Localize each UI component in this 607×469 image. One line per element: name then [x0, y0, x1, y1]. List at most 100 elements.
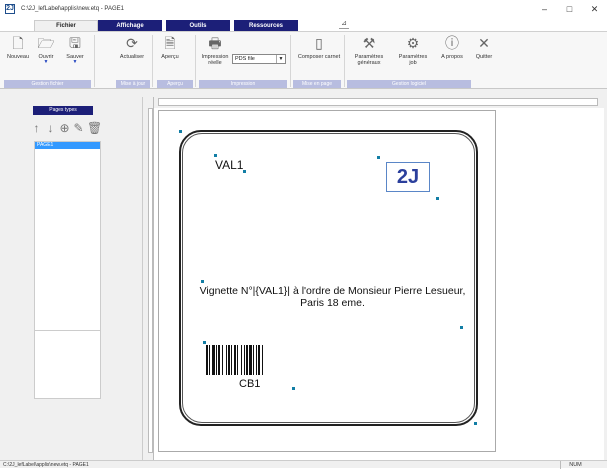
group-gestion-logiciel: Gestion logiciel [347, 80, 471, 88]
barcode-bar [231, 345, 232, 375]
barcode-bar [222, 345, 223, 375]
printer-select[interactable]: PDS file ▼ [232, 54, 286, 64]
app-icon: 2J [5, 4, 15, 14]
collapse-ribbon-icon[interactable]: ⊿ [339, 20, 349, 29]
printer-icon: 🖶 [208, 35, 222, 51]
actualiser-button[interactable]: ⟳ Actualiser [118, 35, 146, 60]
group-mise-en-page: Mise en page [293, 80, 341, 88]
page-list: PAGE1 [34, 141, 101, 336]
composer-label: Composer carnet [297, 54, 341, 60]
application-window: 2J C:\2J_lefLabel\applis\new.etq - PAGE1… [0, 0, 607, 469]
ouvrir-dropdown-icon[interactable]: ▼ [44, 60, 49, 65]
nouveau-button[interactable]: 🗋 Nouveau [6, 35, 30, 60]
pages-header: Pages types [33, 106, 93, 115]
tab-fichier[interactable]: Fichier [34, 20, 98, 31]
group-apercu: Aperçu [157, 80, 193, 88]
ribbon-divider [290, 35, 291, 87]
list-item[interactable]: PAGE1 [35, 142, 100, 149]
barcode-bar [206, 345, 208, 375]
selection-handle[interactable] [377, 156, 380, 159]
group-impression: Impression [199, 80, 287, 88]
status-bar: C:\2J_lefLabel\applis\new.etq - PAGE1 NU… [0, 460, 607, 469]
group-mise-a-jour: Mise à jour [116, 80, 150, 88]
barcode-bar [246, 345, 248, 375]
label-inner-border [182, 133, 475, 423]
barcode-bar [258, 345, 260, 375]
logo-image[interactable]: 2J [386, 162, 430, 192]
selection-handle[interactable] [474, 422, 477, 425]
page-thumbnail [34, 330, 101, 399]
parametres-job-button[interactable]: ⚙ Paramètres job [398, 35, 428, 66]
param-generaux-label: Paramètres généraux [354, 54, 384, 66]
actualiser-label: Actualiser [119, 54, 145, 60]
horizontal-ruler-track [158, 98, 598, 106]
apropos-button[interactable]: ⓘ A propos [438, 35, 466, 60]
ribbon-divider [152, 35, 153, 87]
barcode-bar [218, 345, 220, 375]
apropos-label: A propos [441, 54, 463, 60]
page-tools: ↑ ↓ ⊕ ✎ 🗑 [31, 122, 103, 134]
selection-handle[interactable] [460, 326, 463, 329]
tab-outils[interactable]: Outils [166, 20, 230, 31]
open-folder-icon: 🗁 [37, 35, 55, 51]
edit-page-icon[interactable]: ✎ [73, 122, 84, 134]
minimize-button[interactable]: – [532, 0, 557, 18]
barcode-bar [212, 345, 215, 375]
barcode-bar [216, 345, 217, 375]
refresh-icon: ⟳ [126, 35, 138, 51]
ribbon-tabs: Fichier Affichage Outils Ressources ⊿ [0, 18, 607, 31]
quitter-button[interactable]: ✕ Quitter [472, 35, 496, 60]
impression-button[interactable]: 🖶 Impression réelle [199, 35, 231, 66]
gear-icon: ⚙ [406, 35, 420, 51]
selection-handle[interactable] [214, 154, 217, 157]
barcode-bar [226, 345, 227, 375]
barcode-bar [253, 345, 254, 375]
booklet-icon: ▯ [315, 35, 323, 51]
barcode-bar [234, 345, 236, 375]
move-up-icon[interactable]: ↑ [31, 122, 42, 134]
apercu-label: Aperçu [161, 54, 179, 60]
ribbon-divider [344, 35, 345, 87]
nouveau-label: Nouveau [6, 54, 30, 60]
barcode-caption: CB1 [239, 378, 261, 390]
impression-label: Impression réelle [201, 54, 229, 66]
save-icon: 🖫 [69, 35, 81, 51]
window-title: C:\2J_lefLabel\applis\new.etq - PAGE1 [21, 6, 124, 12]
group-gestion-fichier: Gestion fichier [4, 80, 91, 88]
new-file-icon: 🗋 [12, 35, 24, 51]
sauver-button[interactable]: 🖫 Sauver ▼ [63, 35, 87, 65]
delete-page-icon[interactable]: 🗑 [87, 122, 102, 134]
printer-select-value: PDS file [235, 56, 255, 62]
val1-field[interactable]: VAL1 [215, 158, 243, 172]
ouvrir-button[interactable]: 🗁 Ouvrir ▼ [34, 35, 58, 65]
pages-panel: Pages types ↑ ↓ ⊕ ✎ 🗑 PAGE1 [0, 97, 143, 460]
sauver-dropdown-icon[interactable]: ▼ [73, 60, 78, 65]
add-page-icon[interactable]: ⊕ [59, 122, 70, 134]
maximize-button[interactable]: □ [557, 0, 582, 18]
ribbon: 🗋 Nouveau 🗁 Ouvrir ▼ 🖫 Sauver ▼ Gestion … [0, 31, 607, 89]
ribbon-divider [195, 35, 196, 87]
window-controls: – □ ✕ [532, 0, 607, 18]
barcode-bar [249, 345, 252, 375]
selection-handle[interactable] [243, 170, 246, 173]
apercu-button[interactable]: 🗎 Aperçu [159, 35, 181, 60]
close-button[interactable]: ✕ [582, 0, 607, 18]
parametres-generaux-button[interactable]: ⚒ Paramètres généraux [354, 35, 384, 66]
barcode-image[interactable] [205, 345, 298, 375]
selection-handle[interactable] [292, 387, 295, 390]
selection-handle[interactable] [436, 197, 439, 200]
tab-affichage[interactable]: Affichage [98, 20, 162, 31]
vertical-ruler-track [148, 108, 153, 453]
tab-ressources[interactable]: Ressources [234, 20, 298, 31]
preview-icon: 🗎 [164, 35, 176, 51]
selection-handle[interactable] [203, 341, 206, 344]
barcode-bar [244, 345, 245, 375]
selection-handle[interactable] [179, 130, 182, 133]
ribbon-divider [94, 35, 95, 87]
vignette-text[interactable]: Vignette N°|{VAL1}| à l'ordre de Monsieu… [195, 285, 470, 309]
selection-handle[interactable] [201, 280, 204, 283]
quitter-label: Quitter [475, 54, 493, 60]
composer-carnet-button[interactable]: ▯ Composer carnet [295, 35, 343, 60]
move-down-icon[interactable]: ↓ [45, 122, 56, 134]
chevron-down-icon[interactable]: ▼ [276, 55, 285, 63]
